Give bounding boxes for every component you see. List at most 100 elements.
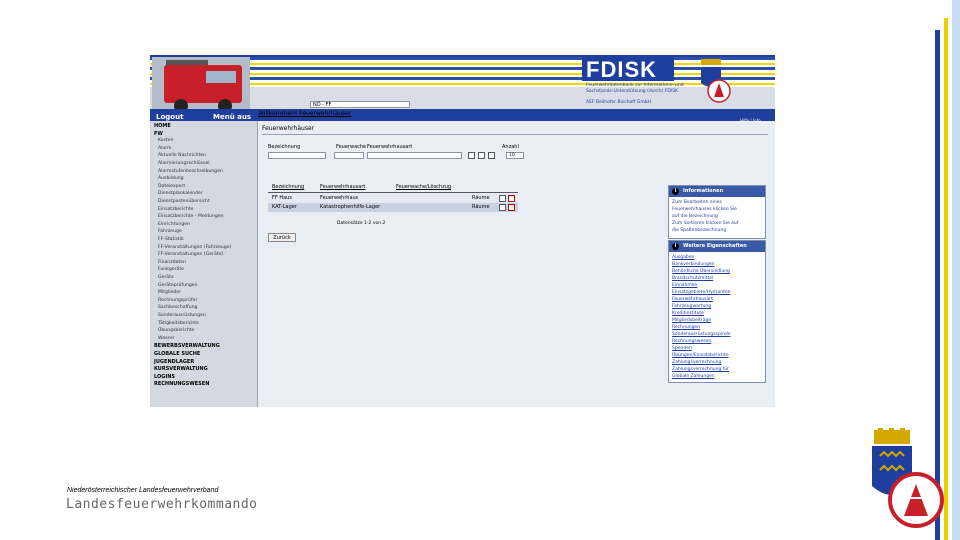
sidebar-item[interactable]: Sonderausrüstungen [158, 313, 206, 318]
feuerwache-label: Feuerwache [336, 144, 367, 150]
welcome-link[interactable]: Willkommen! Feuerwehrhäuser [258, 110, 351, 117]
sidebar-item[interactable]: FF-Veranstaltungen (Geräte) [158, 252, 223, 257]
sidebar-item[interactable]: Aktuelle Nachrichten [158, 153, 206, 158]
sidebar-item[interactable]: Alarm [158, 146, 172, 151]
bezeichnung-label: Bezeichnung [268, 144, 301, 150]
property-link[interactable]: Bankverbindungen [669, 261, 765, 268]
table-row: FF Haus Feuerwehrhaus Räume [268, 194, 518, 203]
property-link[interactable]: Globale Zahlungen [669, 373, 765, 380]
raeume-link[interactable]: Räume [472, 195, 490, 201]
feuerwache-select[interactable] [334, 152, 364, 159]
sidebar-item[interactable]: Mitglieder [158, 290, 181, 295]
search-icon[interactable] [468, 152, 475, 159]
sidebar-item[interactable]: BEWERBSVERWALTUNG [154, 343, 220, 349]
back-button[interactable]: Zurück [268, 233, 296, 242]
sidebar-item[interactable]: Dienstplankalender [158, 191, 203, 196]
property-link[interactable]: Einsatzgebiete/Hydranten [669, 289, 765, 296]
brand-subtitle: Feuerwehrdatenbank zur Informations- und… [586, 83, 684, 94]
sidebar-item[interactable]: LOGINS [154, 374, 175, 380]
col-header-art[interactable]: Feuerwehrhausart [320, 184, 365, 190]
sidebar-item[interactable]: Tätigkeitsberichte [158, 321, 199, 326]
property-link[interactable]: Einnahmen [669, 282, 765, 289]
delete-icon[interactable] [508, 195, 515, 202]
delete-icon[interactable] [508, 204, 515, 211]
sidebar-item[interactable]: Finanzdaten [158, 260, 186, 265]
col-header-bezeichnung[interactable]: Bezeichnung [272, 184, 304, 190]
property-link[interactable]: Ausgaben [669, 254, 765, 261]
pagination-info: Datensätze 1-2 von 2 [337, 221, 386, 226]
sidebar-item[interactable]: Alarmierungsschlüssel [158, 161, 210, 166]
sidebar-item[interactable]: JUGENDLAGER [154, 359, 194, 365]
bezeichnung-input[interactable] [268, 152, 326, 159]
sidebar-item[interactable]: Sachbeschaffung [158, 305, 197, 310]
sidebar-item[interactable]: FW [154, 131, 163, 137]
cell-art: Katastrophenhilfe-Lager [320, 204, 381, 210]
property-link[interactable]: Zahlungsverrechnung [669, 359, 765, 366]
info-text: die Spaltenbezeichnung [672, 228, 727, 233]
info-text: auf die Bezeichnung [672, 214, 718, 219]
raeume-link[interactable]: Räume [472, 204, 490, 210]
property-link[interactable]: Sonderausrüstungsspinde [669, 331, 765, 338]
info-icon: i [672, 188, 679, 195]
sidebar-item[interactable]: Rechnungsprüfer [158, 298, 197, 303]
property-link[interactable]: Mitgliedsbeiträge [669, 317, 765, 324]
sidebar-item[interactable]: Geräteprüfungen [158, 283, 198, 288]
sidebar-item[interactable]: Funkgeräte [158, 267, 184, 272]
info-icon: i [672, 243, 679, 250]
crest-icon [701, 59, 731, 103]
info-box: i Informationen Zum Bearbeiten eines Feue… [668, 185, 766, 239]
sidebar-item[interactable]: GLOBALE SUCHE [154, 351, 200, 357]
print-icon[interactable] [488, 152, 495, 159]
info-text: Zum Bearbeiten eines [672, 200, 722, 205]
property-link[interactable]: Brandschutzmittel [669, 275, 765, 282]
sidebar-item[interactable]: FF-Veranstaltungen (Fahrzeuge) [158, 245, 231, 250]
command-name: Landesfeuerwehrkommando [66, 497, 258, 512]
info-box-body: Zum Bearbeiten eines Feuerwehrhauses klic… [669, 197, 765, 238]
property-link[interactable]: Kreditinstitute [669, 310, 765, 317]
sidebar-item[interactable]: Geräte [158, 275, 174, 280]
property-link[interactable]: Zahlungsverrechnung für [669, 366, 765, 373]
cell-art: Feuerwehrhaus [320, 195, 359, 201]
sidebar-item[interactable]: Ausbildung [158, 176, 184, 181]
property-link[interactable]: Rechnungen [669, 324, 765, 331]
sidebar-item[interactable]: KURSVERWALTUNG [154, 366, 208, 372]
sidebar-item[interactable]: Wasser [158, 336, 175, 341]
cell-bezeichnung[interactable]: FF Haus [272, 195, 292, 201]
fdisk-screenshot: FDISK Feuerwehrdatenbank zur Information… [150, 57, 775, 407]
sidebar-item[interactable]: Einrichtungen [158, 222, 190, 227]
sidebar-item[interactable]: Dateiexport [158, 184, 185, 189]
col-header-feuerwache[interactable]: Feuerwache/Löschzug [396, 184, 451, 190]
sidebar-item[interactable]: FF-Statistik [158, 237, 184, 242]
sidebar-item[interactable]: Einsatzberichte - Meldungen [158, 214, 224, 219]
reset-icon[interactable] [478, 152, 485, 159]
property-link[interactable]: Feuerwehrhausart [669, 296, 765, 303]
property-link[interactable]: Übungen/Einsatzberichte [669, 352, 765, 359]
association-name: Niederösterreichischer Landesfeuerwehrve… [67, 487, 219, 494]
info-text: Zum Sortieren klicken Sie auf [672, 221, 739, 226]
brand-title: FDISK [586, 57, 657, 82]
cell-bezeichnung[interactable]: KAT-Lager [272, 204, 297, 210]
anzahl-select[interactable]: 10 [506, 152, 524, 159]
sidebar-item[interactable]: Fahrzeuge [158, 229, 182, 234]
info-box-header: i Informationen [669, 186, 765, 197]
sidebar-item[interactable]: Kosten [158, 138, 174, 143]
haustyp-select[interactable] [367, 152, 462, 159]
properties-box-body: Ausgaben Bankverbindungen Behördliche Über… [669, 252, 765, 382]
edit-icon[interactable] [499, 195, 506, 202]
page-title: Feuerwehrhäuser [262, 125, 315, 132]
menu-toggle-button[interactable]: Menü aus [213, 113, 251, 121]
organisation-select[interactable]: NÖ - FF [310, 101, 410, 108]
sidebar-item[interactable]: HOME [154, 123, 171, 129]
anzahl-label: Anzahl [502, 144, 519, 150]
sidebar-item[interactable]: Übungsberichte [158, 328, 194, 333]
property-link[interactable]: Rechnungswesen [669, 338, 765, 345]
sidebar-item[interactable]: Einsatzberichte [158, 207, 193, 212]
sidebar-item[interactable]: Alarmstufenbeschreibungen [158, 169, 223, 174]
sidebar-item[interactable]: Dienstpostenübersicht [158, 199, 210, 204]
logout-button[interactable]: Logout [156, 113, 183, 121]
edit-icon[interactable] [499, 204, 506, 211]
property-link[interactable]: Spenden [669, 345, 765, 352]
property-link[interactable]: Behördliche Übersiedlung [669, 268, 765, 275]
property-link[interactable]: Fahrzeugwartung [669, 303, 765, 310]
sidebar-item[interactable]: RECHNUNGSWESEN [154, 381, 209, 387]
